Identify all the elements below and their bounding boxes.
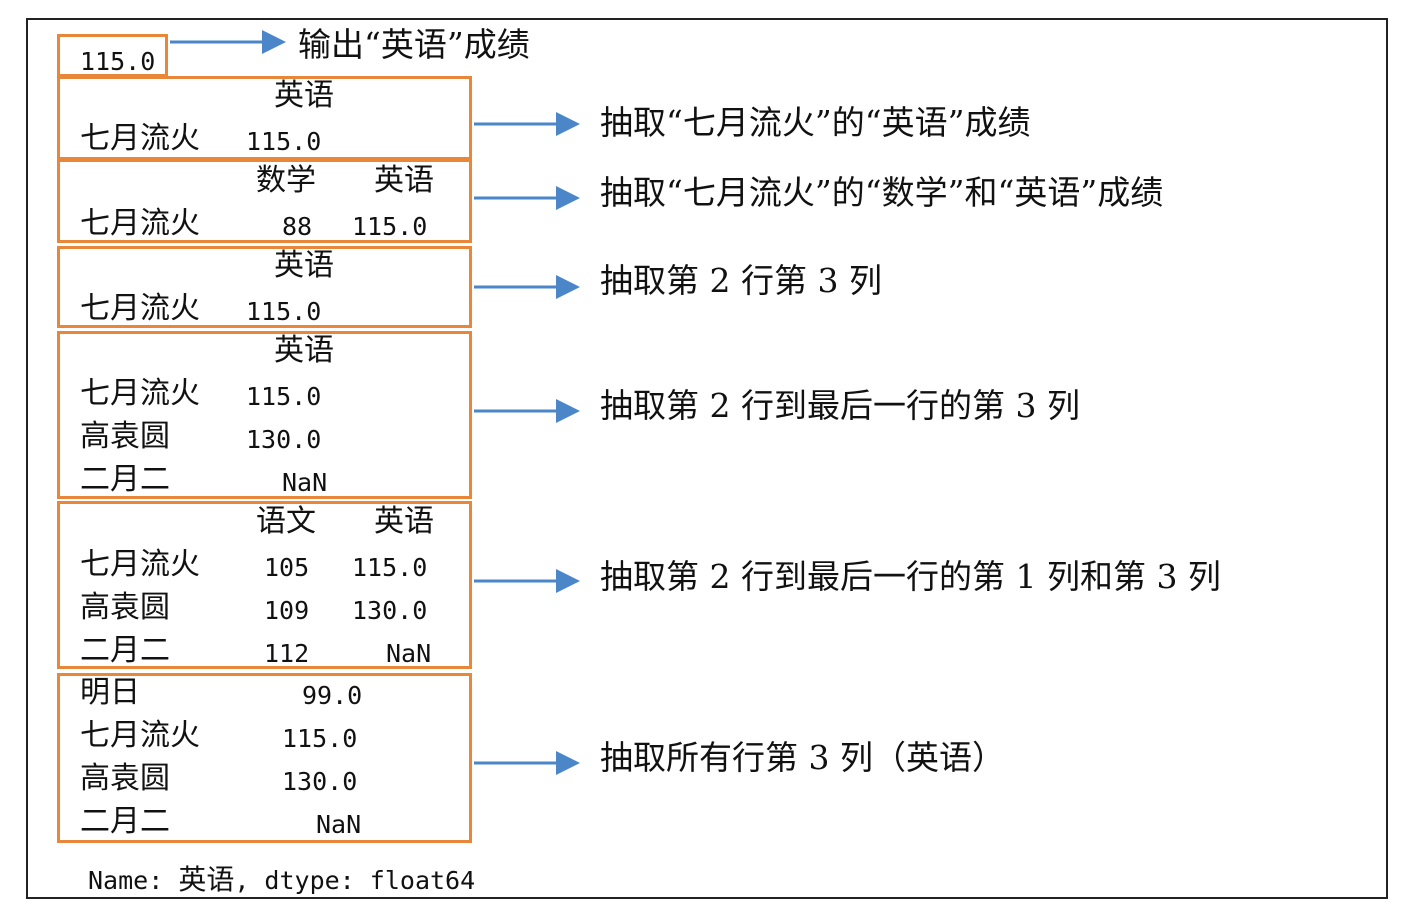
description-3: 抽取“七月流火”的“数学”和“英语”成绩 [600, 173, 1164, 212]
arrow-head-6 [556, 569, 580, 593]
description-6: 抽取第 2 行到最后一行的第 1 列和第 3 列 [600, 557, 1221, 596]
arrow-head-4 [556, 275, 580, 299]
description-5: 抽取第 2 行到最后一行的第 3 列 [600, 386, 1080, 425]
arrow-head-7 [556, 751, 580, 775]
arrow-head-3 [556, 186, 580, 210]
description-7: 抽取所有行第 3 列（英语） [600, 738, 1005, 777]
description-1: 输出“英语”成绩 [298, 25, 530, 64]
arrow-head-1 [262, 30, 286, 54]
description-4: 抽取第 2 行第 3 列 [600, 261, 882, 300]
description-2: 抽取“七月流火”的“英语”成绩 [600, 103, 1031, 142]
arrow-head-5 [556, 399, 580, 423]
arrow-head-2 [556, 112, 580, 136]
